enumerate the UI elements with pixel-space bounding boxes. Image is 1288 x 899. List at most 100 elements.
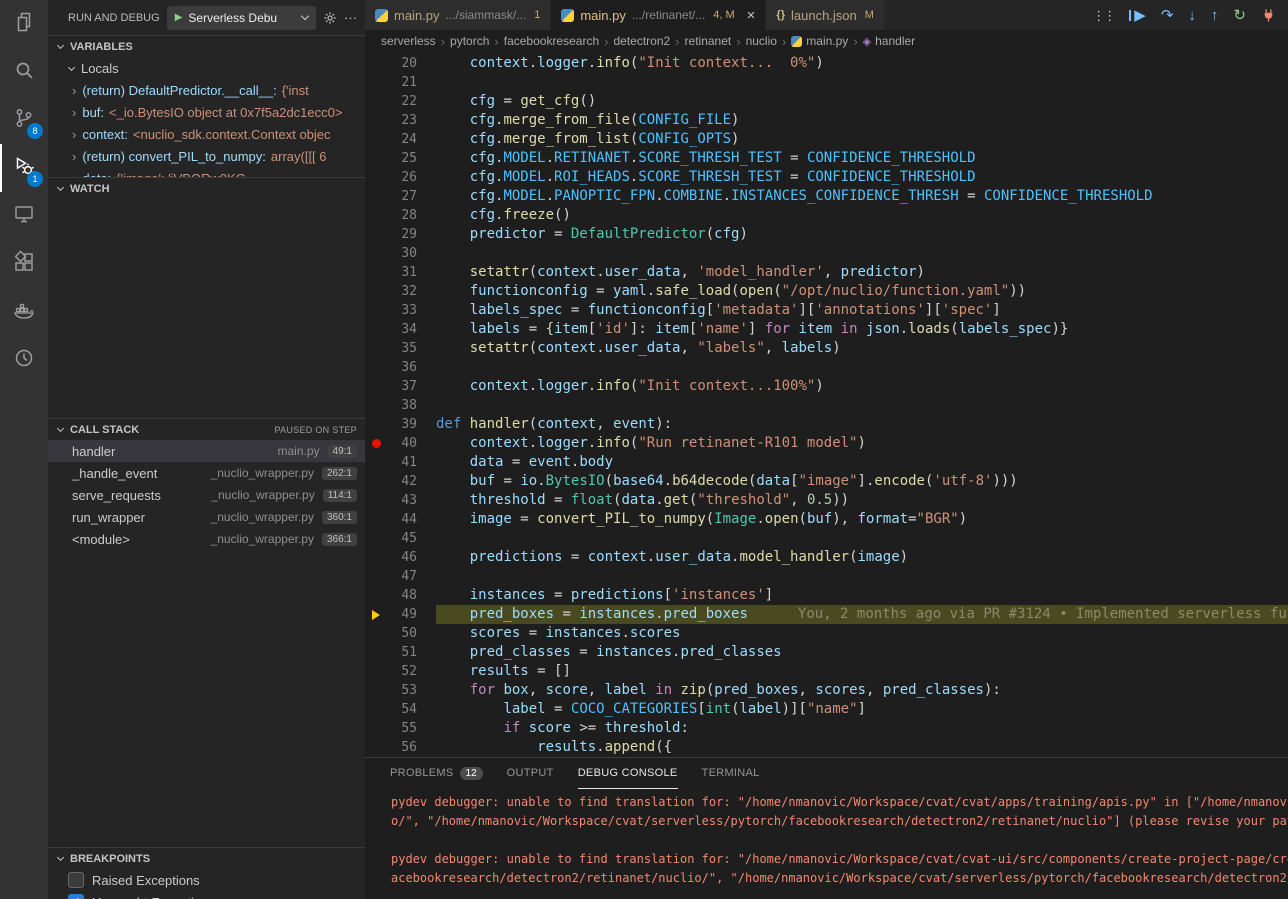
stack-frame-row[interactable]: serve_requests_nuclio_wrapper.py114:1 bbox=[48, 484, 365, 506]
code-line[interactable]: 48 instances = predictions['instances'] bbox=[365, 586, 1288, 605]
disconnect-button[interactable] bbox=[1261, 8, 1276, 23]
code-line[interactable]: 21 bbox=[365, 73, 1288, 92]
code-text[interactable]: scores = instances.scores bbox=[436, 624, 1288, 643]
code-text[interactable]: context.logger.info("Init context... 0%"… bbox=[436, 54, 1288, 73]
gutter-glyph-margin[interactable] bbox=[365, 681, 387, 700]
gutter-glyph-margin[interactable] bbox=[365, 225, 387, 244]
line-number[interactable]: 37 bbox=[387, 377, 417, 396]
code-line[interactable]: 55 if score >= threshold: bbox=[365, 719, 1288, 738]
debug-config-dropdown[interactable]: ▶ Serverless Debu bbox=[167, 6, 316, 30]
line-number[interactable]: 53 bbox=[387, 681, 417, 700]
code-text[interactable]: context.logger.info("Run retinanet-R101 … bbox=[436, 434, 1288, 453]
code-text[interactable]: pred_boxes = instances.pred_boxesYou, 2 … bbox=[436, 605, 1288, 624]
gutter-glyph-margin[interactable] bbox=[365, 187, 387, 206]
code-text[interactable]: setattr(context.user_data, "labels", lab… bbox=[436, 339, 1288, 358]
line-number[interactable]: 29 bbox=[387, 225, 417, 244]
line-number[interactable]: 34 bbox=[387, 320, 417, 339]
code-line[interactable]: 34 labels = {item['id']: item['name'] fo… bbox=[365, 320, 1288, 339]
code-line[interactable]: 49 pred_boxes = instances.pred_boxesYou,… bbox=[365, 605, 1288, 624]
code-line[interactable]: 56 results.append({ bbox=[365, 738, 1288, 757]
activity-item-remote-explorer[interactable] bbox=[0, 192, 48, 240]
continue-button[interactable]: ▶ bbox=[1129, 8, 1146, 23]
code-text[interactable]: for box, score, label in zip(pred_boxes,… bbox=[436, 681, 1288, 700]
code-text[interactable]: setattr(context.user_data, 'model_handle… bbox=[436, 263, 1288, 282]
code-text[interactable]: cfg = get_cfg() bbox=[436, 92, 1288, 111]
line-number[interactable]: 30 bbox=[387, 244, 417, 263]
code-line[interactable]: 39def handler(context, event): bbox=[365, 415, 1288, 434]
call-stack-section-header[interactable]: CALL STACK PAUSED ON STEP bbox=[48, 418, 365, 440]
line-number[interactable]: 45 bbox=[387, 529, 417, 548]
code-line[interactable]: 20 context.logger.info("Init context... … bbox=[365, 54, 1288, 73]
panel-tab-output[interactable]: OUTPUT bbox=[507, 758, 554, 789]
line-number[interactable]: 51 bbox=[387, 643, 417, 662]
code-text[interactable]: functionconfig = yaml.safe_load(open("/o… bbox=[436, 282, 1288, 301]
stack-frame-row[interactable]: _handle_event_nuclio_wrapper.py262:1 bbox=[48, 462, 365, 484]
activity-item-source-control[interactable]: 8 bbox=[0, 96, 48, 144]
gutter-glyph-margin[interactable] bbox=[365, 263, 387, 282]
line-number[interactable]: 28 bbox=[387, 206, 417, 225]
code-line[interactable]: 25 cfg.MODEL.RETINANET.SCORE_THRESH_TEST… bbox=[365, 149, 1288, 168]
editor-tab[interactable]: {}launch.jsonM bbox=[766, 0, 885, 30]
code-text[interactable] bbox=[436, 396, 1288, 415]
line-number[interactable]: 48 bbox=[387, 586, 417, 605]
gutter-glyph-margin[interactable] bbox=[365, 605, 387, 624]
more-actions-icon[interactable]: ··· bbox=[344, 10, 357, 25]
line-number[interactable]: 56 bbox=[387, 738, 417, 757]
code-text[interactable]: label = COCO_CATEGORIES[int(label)]["nam… bbox=[436, 700, 1288, 719]
line-number[interactable]: 36 bbox=[387, 358, 417, 377]
gutter-glyph-margin[interactable] bbox=[365, 643, 387, 662]
breakpoint-icon[interactable] bbox=[372, 439, 381, 448]
line-number[interactable]: 40 bbox=[387, 434, 417, 453]
code-text[interactable]: pred_classes = instances.pred_classes bbox=[436, 643, 1288, 662]
line-number[interactable]: 43 bbox=[387, 491, 417, 510]
activity-item-run-and-debug[interactable]: 1 bbox=[0, 144, 48, 192]
breadcrumb-item[interactable]: retinanet bbox=[685, 34, 732, 48]
step-into-button[interactable]: ↓ bbox=[1188, 8, 1196, 23]
gutter-glyph-margin[interactable] bbox=[365, 92, 387, 111]
gutter-glyph-margin[interactable] bbox=[365, 130, 387, 149]
code-text[interactable]: cfg.freeze() bbox=[436, 206, 1288, 225]
code-text[interactable]: context.logger.info("Init context...100%… bbox=[436, 377, 1288, 396]
code-line[interactable]: 30 bbox=[365, 244, 1288, 263]
stack-frame-row[interactable]: run_wrapper_nuclio_wrapper.py360:1 bbox=[48, 506, 365, 528]
code-line[interactable]: 22 cfg = get_cfg() bbox=[365, 92, 1288, 111]
code-text[interactable]: cfg.MODEL.RETINANET.SCORE_THRESH_TEST = … bbox=[436, 149, 1288, 168]
start-debug-icon[interactable]: ▶ bbox=[175, 12, 183, 23]
line-number[interactable]: 49 bbox=[387, 605, 417, 624]
gutter-glyph-margin[interactable] bbox=[365, 738, 387, 757]
line-number[interactable]: 47 bbox=[387, 567, 417, 586]
code-line[interactable]: 27 cfg.MODEL.PANOPTIC_FPN.COMBINE.INSTAN… bbox=[365, 187, 1288, 206]
checkbox[interactable] bbox=[68, 872, 84, 888]
code-text[interactable]: threshold = float(data.get("threshold", … bbox=[436, 491, 1288, 510]
line-number[interactable]: 42 bbox=[387, 472, 417, 491]
variable-row[interactable]: ›buf:<_io.BytesIO object at 0x7f5a2dc1ec… bbox=[48, 101, 365, 123]
breadcrumb-item[interactable]: detectron2 bbox=[613, 34, 670, 48]
code-line[interactable]: 35 setattr(context.user_data, "labels", … bbox=[365, 339, 1288, 358]
watch-section-header[interactable]: WATCH bbox=[48, 177, 365, 199]
gutter-glyph-margin[interactable] bbox=[365, 510, 387, 529]
breakpoints-section-header[interactable]: BREAKPOINTS bbox=[48, 847, 365, 869]
variables-section-header[interactable]: VARIABLES bbox=[48, 35, 365, 57]
gutter-glyph-margin[interactable] bbox=[365, 548, 387, 567]
panel-tab-problems[interactable]: PROBLEMS12 bbox=[390, 758, 483, 789]
code-line[interactable]: 42 buf = io.BytesIO(base64.b64decode(dat… bbox=[365, 472, 1288, 491]
code-editor[interactable]: 20 context.logger.info("Init context... … bbox=[365, 52, 1288, 757]
code-line[interactable]: 23 cfg.merge_from_file(CONFIG_FILE) bbox=[365, 111, 1288, 130]
gear-icon[interactable] bbox=[323, 11, 337, 25]
line-number[interactable]: 31 bbox=[387, 263, 417, 282]
scope-locals[interactable]: Locals bbox=[48, 57, 365, 79]
breadcrumb-item[interactable]: nuclio bbox=[746, 34, 777, 48]
gutter-glyph-margin[interactable] bbox=[365, 567, 387, 586]
editor-tab[interactable]: main.py.../retinanet/...4, M× bbox=[551, 0, 766, 30]
code-line[interactable]: 37 context.logger.info("Init context...1… bbox=[365, 377, 1288, 396]
gutter-glyph-margin[interactable] bbox=[365, 586, 387, 605]
code-line[interactable]: 36 bbox=[365, 358, 1288, 377]
editor-tab[interactable]: main.py.../siammask/...1 bbox=[365, 0, 551, 30]
code-line[interactable]: 47 bbox=[365, 567, 1288, 586]
code-text[interactable]: labels_spec = functionconfig['metadata']… bbox=[436, 301, 1288, 320]
variable-row[interactable]: ›context:<nuclio_sdk.context.Context obj… bbox=[48, 123, 365, 145]
gutter-glyph-margin[interactable] bbox=[365, 206, 387, 225]
gutter-glyph-margin[interactable] bbox=[365, 339, 387, 358]
breakpoint-row[interactable]: Uncaught Exceptions bbox=[48, 891, 365, 899]
activity-item-docker[interactable] bbox=[0, 288, 48, 336]
